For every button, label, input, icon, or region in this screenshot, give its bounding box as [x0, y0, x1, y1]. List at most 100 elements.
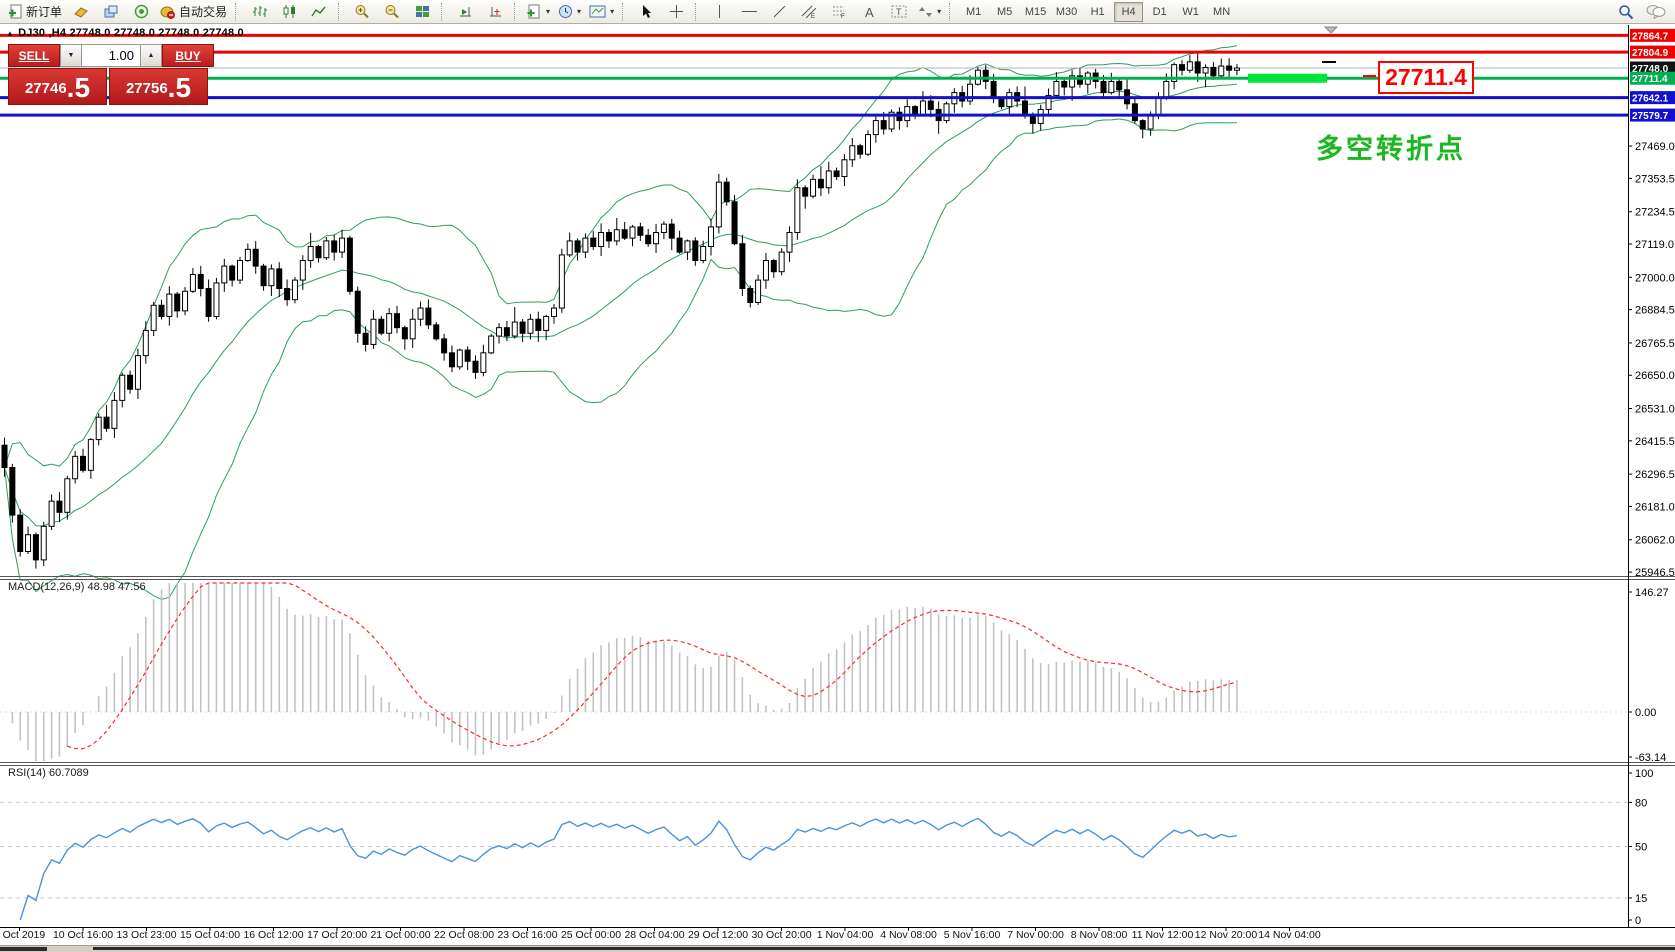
price-tick-label: 27000.0	[1635, 272, 1675, 284]
trendline-icon	[772, 4, 787, 19]
market-watch-button[interactable]	[66, 1, 96, 23]
dropdown-icon: ▾	[577, 7, 582, 16]
price-tick-label: 26884.5	[1635, 305, 1675, 317]
arrows-button[interactable]: ▾	[914, 1, 945, 23]
time-axis-label: 7 Nov 00:00	[1007, 929, 1064, 941]
dropdown-icon: ▾	[937, 7, 942, 16]
time-axis-label: 25 Oct 00:00	[560, 929, 622, 941]
price-callout-dash	[1363, 75, 1376, 77]
timeframe-button-H1[interactable]: H1	[1083, 2, 1112, 22]
symbol-ohlc-text: DJ30 ,H4 27748.0 27748.0 27748.0 27748.0	[18, 27, 244, 39]
text-icon: A	[863, 5, 876, 19]
zoom-out-icon	[384, 4, 400, 19]
candlestick-chart-icon	[282, 4, 297, 19]
time-axis-label: 12 Nov 20:00	[1194, 929, 1258, 941]
chart-shift-marker[interactable]	[1323, 26, 1339, 34]
scroll-track	[93, 947, 1675, 950]
buy-button[interactable]: BUY	[162, 44, 214, 67]
volume-decrease-button[interactable]: ▼	[60, 44, 82, 67]
indicators-button[interactable]: ▾	[523, 1, 554, 23]
timeframe-button-M1[interactable]: M1	[959, 2, 988, 22]
svg-text:E: E	[811, 14, 815, 19]
profiles-button[interactable]	[96, 1, 126, 23]
price-tick-label: 26181.0	[1635, 501, 1675, 513]
bar-chart-icon	[252, 4, 267, 19]
time-axis-label: 13 Oct 23:00	[116, 929, 177, 941]
fibonacci-icon: F	[831, 4, 847, 19]
svg-text:27804.9: 27804.9	[1632, 48, 1669, 59]
trend-annotation[interactable]: 多空转折点	[1316, 127, 1466, 166]
bar-chart-button[interactable]	[244, 1, 274, 23]
macd-scale-label: 0.00	[1635, 707, 1656, 719]
auto-trading-icon	[160, 5, 176, 19]
horizontal-line-button[interactable]	[734, 1, 764, 23]
bollinger-lower-band	[4, 118, 1237, 600]
timeframe-button-MN[interactable]: MN	[1207, 2, 1236, 22]
crosshair-button[interactable]	[661, 1, 691, 23]
price-tick-label: 25946.5	[1635, 567, 1675, 579]
signal-button[interactable]	[126, 1, 156, 23]
cursor-icon	[640, 4, 653, 19]
text-button[interactable]: A	[854, 1, 884, 23]
time-axis-label: 30 Oct 20:00	[751, 929, 812, 941]
zoom-in-button[interactable]	[347, 1, 377, 23]
timeframe-button-M5[interactable]: M5	[990, 2, 1019, 22]
svg-text:27642.1: 27642.1	[1632, 94, 1669, 105]
profiles-icon	[103, 5, 119, 19]
equidistant-channel-button[interactable]: E	[794, 1, 824, 23]
templates-button[interactable]: ▾	[585, 1, 618, 23]
timeframe-button-D1[interactable]: D1	[1145, 2, 1174, 22]
sell-button[interactable]: SELL	[8, 44, 60, 67]
symbol-title: ▲ DJ30 ,H4 27748.0 27748.0 27748.0 27748.…	[6, 27, 244, 39]
cursor-button[interactable]	[631, 1, 661, 23]
arrows-icon	[918, 5, 933, 19]
chart-shift-icon	[488, 5, 503, 19]
rsi-line	[19, 817, 1238, 921]
highlight-bar[interactable]	[1248, 73, 1327, 83]
volume-increase-button[interactable]: ▲	[140, 44, 162, 67]
chart-shift-button[interactable]	[480, 1, 510, 23]
trendline-button[interactable]	[764, 1, 794, 23]
time-axis[interactable]: 9 Oct 2019 10 Oct 16:0013 Oct 23:0015 Oct…	[0, 929, 1675, 943]
text-label-button[interactable]: T	[884, 1, 914, 23]
line-chart-button[interactable]	[304, 1, 334, 23]
timeframe-button-M15[interactable]: M15	[1021, 2, 1050, 22]
fibonacci-button[interactable]: F	[824, 1, 854, 23]
macd-indicator-label: MACD(12,26,9) 48.98 47.56	[8, 581, 146, 593]
timeframe-button-H4[interactable]: H4	[1114, 1, 1144, 22]
tile-windows-button[interactable]	[407, 1, 437, 23]
clock-icon	[558, 4, 573, 19]
price-tick-label: 26650.0	[1635, 370, 1675, 382]
rsi-level-label: 80	[1635, 797, 1647, 809]
timeframe-toolbar: M1 M5 M15 M30 H1 H4 D1 W1 MN	[958, 1, 1237, 22]
candlestick-chart-button[interactable]	[274, 1, 304, 23]
tile-windows-icon	[415, 5, 430, 19]
auto-scroll-icon	[458, 5, 473, 19]
timeframe-button-W1[interactable]: W1	[1176, 2, 1205, 22]
rsi-level-label: 0	[1635, 915, 1641, 927]
new-order-button[interactable]: 新订单	[4, 1, 66, 23]
sell-price[interactable]: 27746.5	[8, 68, 107, 105]
auto-scroll-button[interactable]	[450, 1, 480, 23]
vertical-line-button[interactable]	[704, 1, 734, 23]
main-toolbar: 新订单 自动交易 ▾ ▾ ▾ E F A T ▾ M1 M5 M15 M30 H1 H4 D…	[0, 0, 1675, 24]
timeframe-button-M30[interactable]: M30	[1052, 2, 1081, 22]
time-axis-label: 4 Nov 08:00	[880, 929, 937, 941]
toolbar-separator	[441, 2, 446, 21]
price-callout[interactable]: 27711.4	[1378, 61, 1474, 94]
time-axis-label: 23 Oct 16:00	[497, 929, 558, 941]
collapse-panel-icon[interactable]: ▲	[6, 29, 14, 38]
volume-input[interactable]	[82, 44, 140, 67]
scroll-thumb[interactable]	[0, 947, 47, 951]
bollinger-middle-band	[4, 83, 1238, 527]
price-tick-label: 26415.5	[1635, 436, 1675, 448]
buy-price[interactable]: 27756.5	[109, 68, 208, 105]
auto-trading-button[interactable]: 自动交易	[156, 1, 231, 23]
time-axis-label: 9 Oct 2019	[0, 929, 46, 941]
zoom-out-button[interactable]	[377, 1, 407, 23]
search-button[interactable]	[1611, 1, 1641, 23]
time-axis-label: 15 Oct 04:00	[179, 929, 241, 941]
periods-button[interactable]: ▾	[554, 1, 585, 23]
community-chat-button[interactable]	[1641, 1, 1671, 23]
vertical-line-icon	[715, 4, 724, 19]
